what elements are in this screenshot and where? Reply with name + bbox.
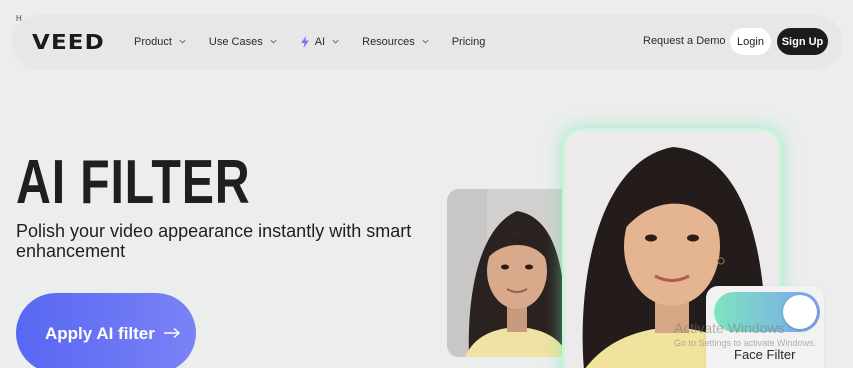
cta-label: Apply AI filter xyxy=(45,324,155,343)
menu-item-pricing[interactable]: Pricing xyxy=(452,36,486,48)
chevron-down-icon xyxy=(422,39,429,44)
menu-item-label: Product xyxy=(134,35,172,48)
signup-button[interactable]: Sign Up xyxy=(777,28,828,55)
hero-subtitle: Polish your video appearance instantly w… xyxy=(16,221,412,261)
menu-item-use-cases[interactable]: Use Cases xyxy=(209,36,278,48)
main-menu: Product Use Cases AI Resources Pricing xyxy=(134,15,507,68)
toggle-knob xyxy=(783,295,817,329)
page-title: AI FILTER xyxy=(16,148,251,217)
menu-item-label: Use Cases xyxy=(208,35,263,48)
login-button[interactable]: Login xyxy=(730,28,771,55)
chevron-down-icon xyxy=(179,39,186,44)
menu-item-resources[interactable]: Resources xyxy=(362,36,430,48)
menu-item-ai[interactable]: AI xyxy=(300,35,340,48)
chevron-down-icon xyxy=(332,39,339,44)
menu-item-label: Pricing xyxy=(451,35,486,48)
windows-watermark-title: Activate Windows xyxy=(674,320,785,336)
menu-item-label: Resources xyxy=(362,35,415,48)
windows-watermark-subtitle: Go to Settings to activate Windows. xyxy=(674,338,817,348)
chevron-down-icon xyxy=(270,39,277,44)
menu-item-label: AI xyxy=(314,35,326,48)
lightning-bolt-icon xyxy=(300,35,309,48)
veed-logo[interactable]: VEED xyxy=(32,30,105,54)
arrow-right-icon xyxy=(163,327,180,339)
request-demo-link[interactable]: Request a Demo xyxy=(643,35,726,47)
face-filter-label: Face Filter xyxy=(734,347,796,362)
apply-ai-filter-button[interactable]: Apply AI filter xyxy=(16,293,196,368)
top-navbar: VEED Product Use Cases AI Resources Pric… xyxy=(12,15,842,68)
menu-item-product[interactable]: Product xyxy=(134,36,187,48)
